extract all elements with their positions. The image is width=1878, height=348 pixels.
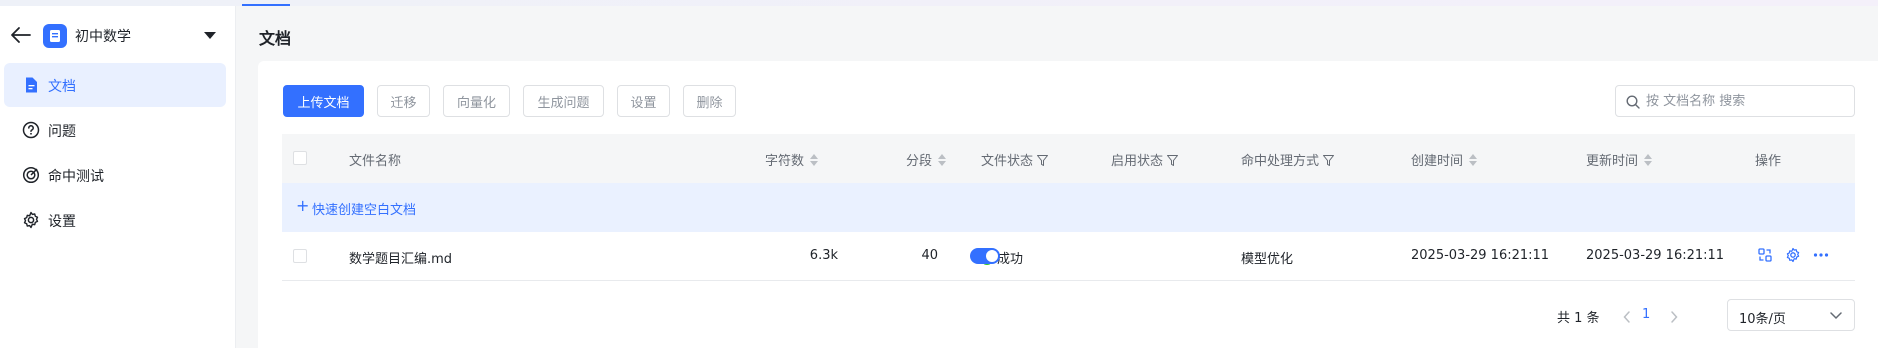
plus-icon: +: [296, 196, 310, 215]
sort-icon: [1469, 154, 1478, 166]
updated-time: 2025-03-29 16:21:11: [1586, 248, 1725, 263]
knowledge-base-header: 初中数学: [0, 6, 236, 62]
column-header-created[interactable]: 创建时间: [1411, 150, 1478, 169]
column-header-label: 文件状态: [981, 154, 1034, 169]
column-header-actions: 操作: [1755, 154, 1782, 169]
column-header-label: 创建时间: [1411, 154, 1464, 169]
column-header-updated[interactable]: 更新时间: [1586, 150, 1653, 169]
gear-icon[interactable]: [1785, 247, 1801, 263]
chevron-right-icon[interactable]: [1670, 311, 1678, 323]
file-name[interactable]: 数学题目汇编.md: [349, 248, 452, 267]
column-header-hit-mode[interactable]: 命中处理方式: [1241, 150, 1335, 169]
caret-down-icon[interactable]: [204, 32, 216, 39]
column-header-segments[interactable]: 分段: [906, 150, 947, 169]
row-checkbox[interactable]: [293, 249, 307, 263]
quick-create-label: 快速创建空白文档: [312, 203, 417, 218]
knowledge-base-logo-icon: [43, 24, 67, 48]
sort-icon: [1644, 154, 1653, 166]
column-header-label: 启用状态: [1111, 154, 1164, 169]
created-time: 2025-03-29 16:21:11: [1411, 248, 1550, 263]
settings-button[interactable]: 设置: [617, 85, 670, 117]
filter-icon: [1037, 155, 1049, 166]
column-header-label: 更新时间: [1586, 154, 1639, 169]
upload-document-button[interactable]: 上传文档: [283, 85, 364, 117]
column-header-chars[interactable]: 字符数: [765, 150, 819, 169]
pagination-current-page[interactable]: 1: [1642, 307, 1650, 339]
more-icon[interactable]: [1813, 247, 1829, 263]
search-icon: [1626, 95, 1640, 109]
sidebar-item-settings[interactable]: 设置: [4, 198, 226, 242]
vectorize-button[interactable]: 向量化: [443, 85, 510, 117]
char-count: 6.3k: [809, 248, 838, 263]
hit-mode: 模型优化: [1241, 252, 1294, 267]
chevron-down-icon: [1830, 312, 1842, 320]
sidebar-item-label: 问题: [48, 124, 76, 140]
column-header-name: 文件名称: [349, 154, 402, 169]
sidebar-item-documents[interactable]: 文档: [4, 63, 226, 107]
table-row[interactable]: 数学题目汇编.md 6.3k 40 成功 模型优化 2025-03-29 16:…: [282, 232, 1855, 281]
generate-questions-button[interactable]: 生成问题: [523, 85, 604, 117]
column-header-label: 字符数: [765, 154, 805, 169]
document-icon: [26, 77, 37, 93]
column-header-enabled[interactable]: 启用状态: [1111, 150, 1179, 169]
quick-create-row[interactable]: + 快速创建空白文档: [282, 183, 1855, 232]
search-box: [1615, 85, 1855, 117]
page-size-value: 10条/页: [1739, 312, 1786, 327]
sidebar-item-questions[interactable]: 问题: [4, 108, 226, 152]
page-size-select[interactable]: 10条/页: [1727, 299, 1855, 331]
delete-button[interactable]: 删除: [683, 85, 736, 117]
column-header-label: 命中处理方式: [1241, 154, 1320, 169]
sidebar-item-label: 设置: [48, 214, 76, 230]
sidebar-item-label: 命中测试: [48, 169, 104, 185]
gear-icon: [23, 211, 39, 229]
page-header: 文档: [236, 6, 1878, 61]
column-header-file-status[interactable]: 文件状态: [981, 150, 1049, 169]
filter-icon: [1167, 155, 1179, 166]
knowledge-base-name: 初中数学: [75, 29, 131, 45]
sidebar-item-label: 文档: [48, 79, 76, 95]
column-header-label: 分段: [906, 154, 933, 169]
filter-icon: [1323, 155, 1335, 166]
sort-icon: [938, 154, 947, 166]
document-list-card: 上传文档 迁移 向量化 生成问题 设置 删除 文件名称 字符数 分段 文件状态 …: [258, 61, 1878, 348]
sidebar: 初中数学 文档 问题 命中测试 设置: [0, 6, 236, 348]
segment-count: 40: [921, 248, 938, 263]
chevron-left-icon[interactable]: [1623, 311, 1631, 323]
search-input[interactable]: [1646, 90, 1846, 112]
table-header: 文件名称 字符数 分段 文件状态 启用状态 命中处理方式 创建时间 更新时间 操…: [282, 134, 1855, 183]
sync-icon[interactable]: [1757, 247, 1773, 263]
sort-icon: [810, 154, 819, 166]
enabled-toggle[interactable]: [970, 248, 1000, 264]
back-arrow-icon[interactable]: [10, 26, 32, 44]
pagination-total: 共 1 条: [1557, 311, 1600, 326]
migrate-button[interactable]: 迁移: [377, 85, 430, 117]
page-title: 文档: [259, 29, 292, 48]
file-status-label: 成功: [997, 252, 1024, 267]
question-icon: [22, 121, 40, 139]
toggle-knob: [986, 250, 998, 262]
sidebar-item-hit-test[interactable]: 命中测试: [4, 153, 226, 197]
target-icon: [22, 166, 40, 184]
select-all-checkbox[interactable]: [293, 151, 307, 165]
